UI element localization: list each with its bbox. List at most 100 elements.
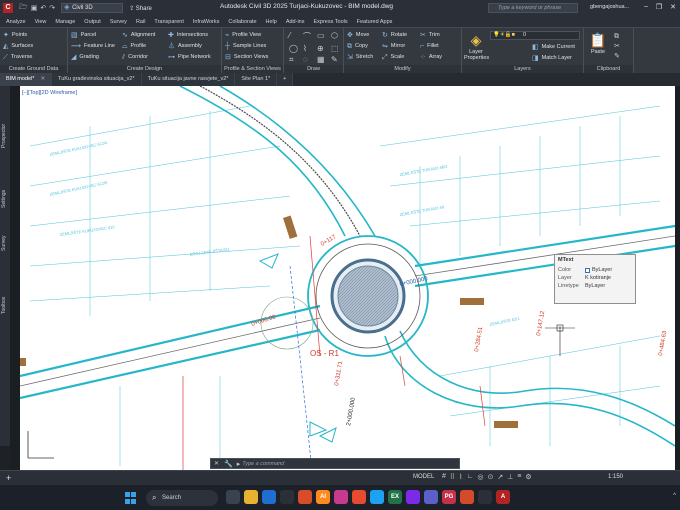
profile-view-button[interactable]: ⌁ Profile View: [225, 30, 268, 41]
taskbar-app-icon[interactable]: [478, 490, 492, 504]
profile-button[interactable]: ⌓ Profile: [122, 41, 155, 52]
command-input[interactable]: [242, 460, 459, 467]
array-button[interactable]: ⁘ Array: [420, 52, 442, 63]
panel-label-ground-data[interactable]: Create Ground Data: [0, 65, 67, 73]
tab-collaborate[interactable]: Collaborate: [228, 19, 256, 25]
taskbar-app-icon[interactable]: [262, 490, 276, 504]
surfaces-button[interactable]: ◭ Surfaces: [3, 41, 33, 52]
new-tab-button[interactable]: +: [277, 73, 294, 86]
paste-button[interactable]: 📋 Paste: [588, 32, 608, 55]
match-layer-button[interactable]: ◨ Match Layer: [532, 53, 575, 64]
grading-button[interactable]: ◢ Grading: [71, 52, 115, 63]
tab-express-tools[interactable]: Express Tools: [313, 19, 347, 25]
otrack-icon[interactable]: ↗: [497, 473, 503, 481]
ortho-icon[interactable]: ∟: [466, 473, 473, 481]
taskbar-app-icon[interactable]: PG: [442, 490, 456, 504]
close-tab-icon[interactable]: ✕: [40, 76, 45, 82]
open-file-icon[interactable]: 🗁: [19, 3, 28, 14]
taskbar-app-icon[interactable]: [352, 490, 366, 504]
taskbar-app-icon[interactable]: EX: [388, 490, 402, 504]
redo-icon[interactable]: ↷: [49, 4, 55, 12]
stretch-button[interactable]: ⇲ Stretch: [347, 52, 373, 63]
assembly-button[interactable]: ⏃ Assembly: [168, 41, 211, 52]
add-layout-icon[interactable]: +: [6, 473, 11, 483]
tab-add-ins[interactable]: Add-ins: [286, 19, 305, 25]
sample-lines-button[interactable]: ┼ Sample Lines: [225, 41, 268, 52]
viewport-controls[interactable]: [–][Top][2D Wireframe]: [22, 90, 78, 96]
doc-tab-rasvjeta[interactable]: TuKu situacija javne rasvjete_v2*: [141, 73, 236, 86]
dynamic-input-icon[interactable]: ⌇: [459, 473, 462, 481]
layer-dropdown[interactable]: 💡☀🔓■ 0: [490, 31, 580, 40]
lineweight-icon[interactable]: ≡: [517, 473, 521, 481]
spline-icon[interactable]: ⌇: [303, 44, 315, 53]
tab-output[interactable]: Output: [84, 19, 101, 25]
tab-view[interactable]: View: [35, 19, 47, 25]
move-button[interactable]: ✥ Move: [347, 30, 373, 41]
panel-label-layers[interactable]: Layers: [462, 65, 583, 73]
layer-properties-button[interactable]: ◈ Layer Properties: [464, 32, 489, 61]
panel-label-profile-views[interactable]: Profile & Section Views: [222, 65, 283, 73]
taskbar-app-icon[interactable]: [460, 490, 474, 504]
cut-icon[interactable]: ✂: [614, 42, 620, 52]
osnap-icon[interactable]: ⊙: [487, 473, 493, 481]
doc-tab-site-plan[interactable]: Site Plan 1*: [235, 73, 278, 86]
polygon-icon[interactable]: ⬡: [331, 31, 343, 42]
taskbar-search[interactable]: Search: [146, 490, 218, 506]
panel-label-modify[interactable]: Modify: [344, 65, 461, 73]
match-properties-icon[interactable]: ✎: [614, 52, 620, 62]
share-button[interactable]: ⇪ Share: [129, 5, 152, 12]
ellipse-icon[interactable]: ◌: [303, 55, 315, 65]
grid-icon[interactable]: #: [442, 473, 446, 481]
system-tray-chevron-icon[interactable]: ^: [673, 493, 676, 499]
ucs-toggle-icon[interactable]: ⊥: [507, 473, 513, 481]
taskbar-app-icon[interactable]: [226, 490, 240, 504]
line-icon[interactable]: ⁄: [289, 31, 301, 42]
tab-help[interactable]: Help: [266, 19, 277, 25]
copy-clip-icon[interactable]: ⧉: [614, 32, 620, 42]
make-current-button[interactable]: ◧ Make Current: [532, 42, 575, 53]
settings-gear-icon[interactable]: ⚙: [525, 473, 531, 481]
doc-tab-bim-model[interactable]: BIM model* ✕: [0, 73, 53, 86]
close-icon[interactable]: ✕: [670, 3, 676, 11]
circle-icon[interactable]: ◯: [289, 44, 301, 53]
point-icon[interactable]: ⊕: [317, 44, 329, 53]
save-icon[interactable]: ▣: [31, 4, 38, 12]
hatch-icon[interactable]: ⌗: [289, 55, 301, 65]
rotate-button[interactable]: ↻ Rotate: [382, 30, 407, 41]
corridor-button[interactable]: ⫽ Corridor: [122, 52, 155, 63]
tab-survey[interactable]: Survey: [110, 19, 127, 25]
taskbar-app-icon[interactable]: A: [496, 490, 510, 504]
copy-button[interactable]: ⧉ Copy: [347, 41, 373, 52]
tab-transparent[interactable]: Transparent: [154, 19, 183, 25]
tab-manage[interactable]: Manage: [55, 19, 75, 25]
tab-analyze[interactable]: Analyze: [6, 19, 26, 25]
fillet-button[interactable]: ⌐ Fillet: [420, 41, 442, 52]
app-logo-icon[interactable]: C: [3, 3, 13, 13]
doc-tab-gradevinska[interactable]: TuKu građevinska situacija_v2*: [52, 73, 142, 86]
feature-line-button[interactable]: ⟿ Feature Line: [71, 41, 115, 52]
region-icon[interactable]: ⬚: [331, 44, 343, 53]
palette-tab-settings[interactable]: Settings: [1, 190, 7, 208]
parcel-button[interactable]: ▧ Parcel: [71, 30, 115, 41]
close-command-line-icon[interactable]: ✕: [211, 460, 222, 467]
tab-infraworks[interactable]: InfraWorks: [193, 19, 220, 25]
taskbar-app-icon[interactable]: AI: [316, 490, 330, 504]
recent-commands-icon[interactable]: ▸: [235, 460, 243, 468]
mirror-button[interactable]: ⇋ Mirror: [382, 41, 407, 52]
undo-icon[interactable]: ↶: [40, 4, 46, 12]
taskbar-app-icon[interactable]: [370, 490, 384, 504]
taskbar-app-icon[interactable]: [244, 490, 258, 504]
pipe-network-button[interactable]: ⊶ Pipe Network: [168, 52, 211, 63]
windows-start-icon[interactable]: [125, 492, 137, 504]
workspace-selector[interactable]: Civil 3D: [61, 3, 124, 13]
minimize-icon[interactable]: –: [644, 3, 648, 11]
polar-icon[interactable]: ◎: [477, 473, 483, 481]
taskbar-app-icon[interactable]: [424, 490, 438, 504]
taskbar-app-icon[interactable]: [334, 490, 348, 504]
section-views-button[interactable]: ⊟ Section Views: [225, 52, 268, 63]
customize-icon[interactable]: 🔧: [222, 460, 235, 468]
alignment-button[interactable]: ∿ Alignment: [122, 30, 155, 41]
keyword-search-input[interactable]: Type a keyword or phrase: [488, 3, 578, 13]
annotation-scale[interactable]: 1:150: [608, 474, 623, 480]
taskbar-app-icon[interactable]: [406, 490, 420, 504]
